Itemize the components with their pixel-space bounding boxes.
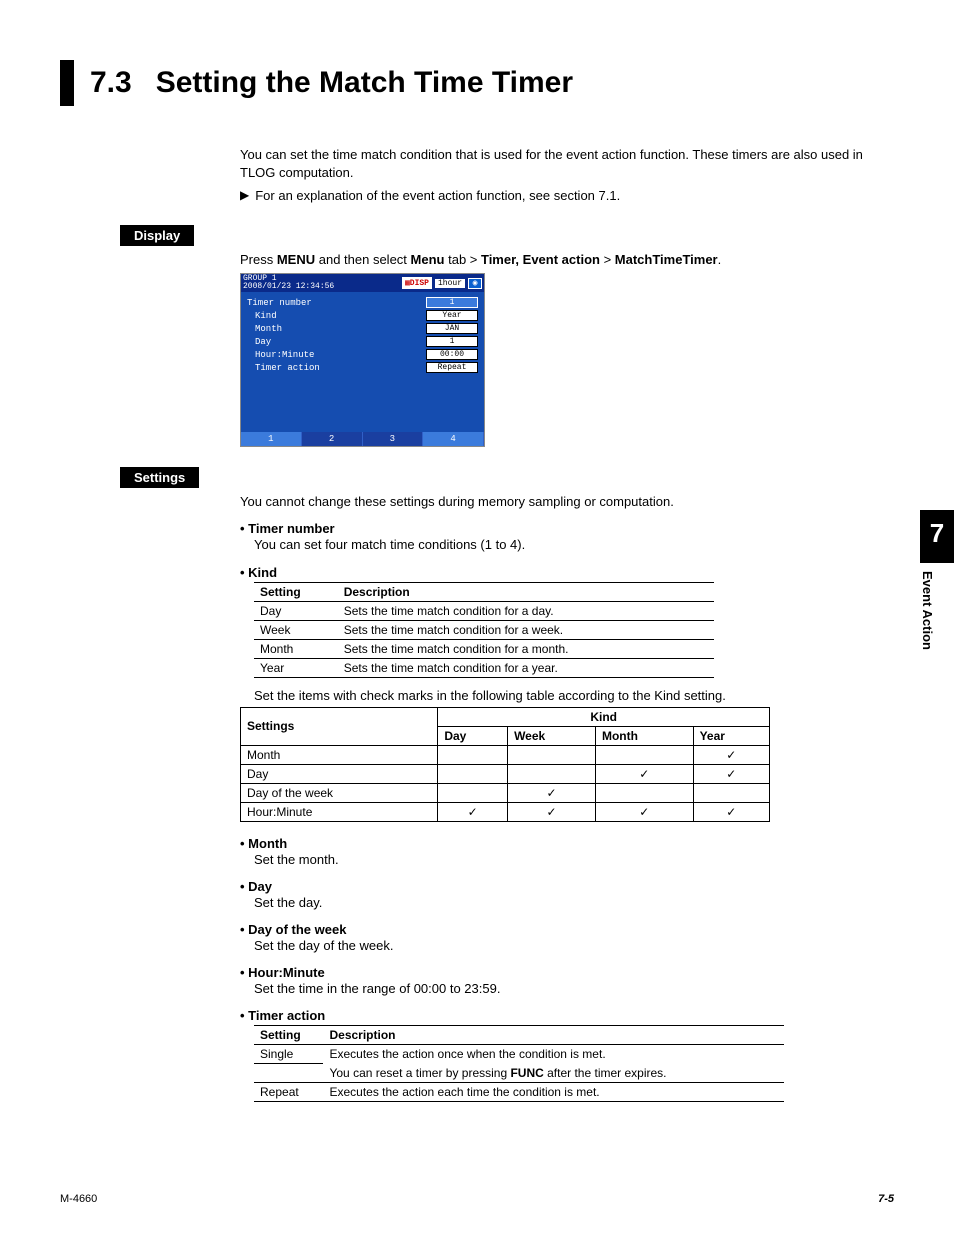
ss-label: Month xyxy=(255,324,282,334)
kind-table: SettingDescription DaySets the time matc… xyxy=(254,582,714,678)
item-desc-hm: Set the time in the range of 00:00 to 23… xyxy=(254,980,894,998)
chapter-label: Event Action xyxy=(920,563,943,650)
timer-action-table: SettingDescription Single Executes the a… xyxy=(254,1025,784,1102)
item-desc-dow: Set the day of the week. xyxy=(254,937,894,955)
ss-timestamp: 2008/01/23 12:34:56 xyxy=(243,283,334,291)
footer-left: M-4660 xyxy=(60,1193,97,1205)
item-desc-timer-number: You can set four match time conditions (… xyxy=(254,536,894,554)
chapter-number: 7 xyxy=(920,510,954,563)
arrow-icon: ▶ xyxy=(240,188,249,202)
item-head-day: Day xyxy=(240,879,894,894)
page-title-row: 7.3 Setting the Match Time Timer xyxy=(60,60,894,106)
section-number: 7.3 xyxy=(90,66,132,100)
intro-paragraph: You can set the time match condition tha… xyxy=(240,146,894,182)
navigation-instruction: Press MENU and then select Menu tab > Ti… xyxy=(240,252,894,267)
ss-label: Kind xyxy=(255,311,277,321)
footer-right: 7-5 xyxy=(878,1193,894,1205)
device-screenshot: GROUP 1 2008/01/23 12:34:56 ▦DISP 1hour … xyxy=(240,273,485,447)
ss-tab-4: 4 xyxy=(423,432,484,446)
item-head-timer-action: Timer action xyxy=(240,1008,894,1023)
item-desc-day: Set the day. xyxy=(254,894,894,912)
item-head-hm: Hour:Minute xyxy=(240,965,894,980)
ss-disp-badge: ▦DISP xyxy=(402,277,432,289)
ss-label: Timer number xyxy=(247,298,312,308)
ss-value-timer-number: 1 xyxy=(426,297,478,308)
ss-label: Day xyxy=(255,337,271,347)
item-desc-month: Set the month. xyxy=(254,851,894,869)
item-head-month: Month xyxy=(240,836,894,851)
title-bar xyxy=(60,60,74,106)
ss-value-day: 1 xyxy=(426,336,478,347)
kind-note: Set the items with check marks in the fo… xyxy=(254,688,894,703)
ss-label: Timer action xyxy=(255,363,320,373)
kind-matrix-table: Settings Kind Day Week Month Year Month✓… xyxy=(240,707,770,822)
display-heading: Display xyxy=(120,225,194,246)
item-head-timer-number: Timer number xyxy=(240,521,894,536)
ss-value-timeraction: Repeat xyxy=(426,362,478,373)
ss-value-kind: Year xyxy=(426,310,478,321)
item-head-dow: Day of the week xyxy=(240,922,894,937)
ss-label: Hour:Minute xyxy=(255,350,314,360)
side-tab: 7 Event Action xyxy=(920,510,954,650)
page-footer: M-4660 7-5 xyxy=(60,1193,894,1205)
ss-tab-1: 1 xyxy=(241,432,302,446)
item-head-kind: Kind xyxy=(240,565,894,580)
ss-1hour-badge: 1hour xyxy=(435,279,465,288)
settings-heading: Settings xyxy=(120,467,199,488)
settings-note: You cannot change these settings during … xyxy=(240,494,894,509)
ss-tab-2: 2 xyxy=(302,432,363,446)
ss-value-hourminute: 00:00 xyxy=(426,349,478,360)
section-title: Setting the Match Time Timer xyxy=(156,66,573,100)
lock-icon: ◉ xyxy=(468,278,482,289)
cross-reference: ▶ For an explanation of the event action… xyxy=(240,188,894,203)
ss-value-month: JAN xyxy=(426,323,478,334)
cross-reference-text: For an explanation of the event action f… xyxy=(255,188,620,203)
ss-tab-3: 3 xyxy=(363,432,424,446)
